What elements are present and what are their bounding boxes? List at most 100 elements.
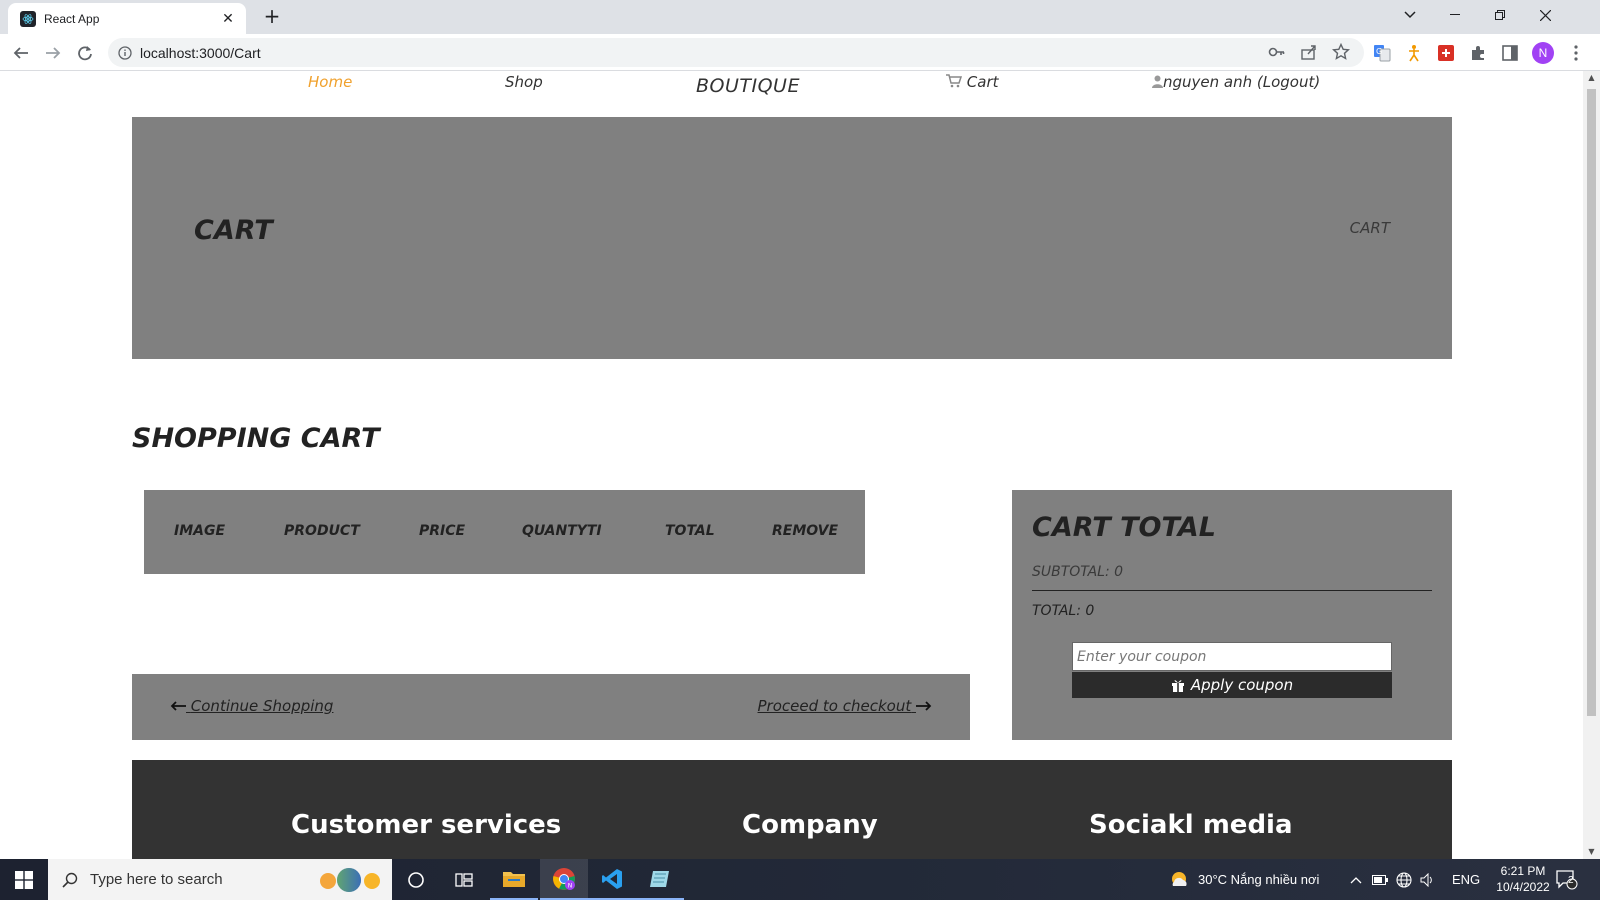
red-extension-icon[interactable] xyxy=(1436,43,1456,63)
share-icon[interactable] xyxy=(1300,43,1318,61)
browser-toolbar: localhost:3000/Cart G N xyxy=(0,34,1600,71)
taskbar-search[interactable]: Type here to search xyxy=(48,859,392,900)
bookmark-star-icon[interactable] xyxy=(1332,43,1350,61)
weather-widget[interactable]: 30°C Nắng nhiều nơi xyxy=(1168,859,1319,900)
site-footer: Customer services Company Sociakl media xyxy=(132,760,1452,859)
divider xyxy=(1032,590,1432,591)
language-indicator[interactable]: ENG xyxy=(1452,859,1480,900)
nav-home-link[interactable]: Home xyxy=(308,73,352,91)
svg-text:G: G xyxy=(1376,47,1382,56)
scroll-up-icon[interactable]: ▲ xyxy=(1587,73,1596,83)
vscode-icon[interactable] xyxy=(588,859,636,900)
password-key-icon[interactable] xyxy=(1268,43,1286,61)
hero-banner: CART CART xyxy=(132,117,1452,359)
footer-heading-social-media: Sociakl media xyxy=(1089,810,1293,840)
continue-shopping-link[interactable]: Continue Shopping xyxy=(170,697,333,715)
page-title: SHOPPING CART xyxy=(132,423,380,454)
cart-table-header: IMAGE PRODUCT PRICE QUANTYTI TOTAL REMOV… xyxy=(144,490,865,574)
nav-user-link[interactable]: nguyen anh (Logout) xyxy=(1152,73,1320,91)
clock-date: 10/4/2022 xyxy=(1496,880,1550,894)
close-window-button[interactable] xyxy=(1523,0,1567,30)
gift-icon xyxy=(1171,680,1184,692)
svg-text:N: N xyxy=(568,882,573,889)
search-highlight-icon xyxy=(320,868,380,892)
col-header-remove: REMOVE xyxy=(772,523,839,539)
restore-button[interactable] xyxy=(1478,0,1522,30)
nav-user-label: nguyen anh (Logout) xyxy=(1163,73,1321,91)
page-scrollbar[interactable]: ▲ ▼ xyxy=(1583,71,1600,859)
figure-extension-icon[interactable] xyxy=(1404,43,1424,63)
task-view-icon[interactable] xyxy=(440,859,488,900)
side-panel-icon[interactable] xyxy=(1500,43,1520,63)
continue-shopping-label: Continue Shopping xyxy=(190,697,334,715)
proceed-checkout-link[interactable]: Proceed to checkout xyxy=(758,697,932,715)
chrome-icon[interactable]: N xyxy=(540,859,588,900)
notification-count: 2 xyxy=(1568,875,1574,886)
file-explorer-icon[interactable] xyxy=(490,859,538,900)
clock-time: 6:21 PM xyxy=(1500,864,1546,878)
total-text: TOTAL: 0 xyxy=(1032,603,1095,619)
search-placeholder: Type here to search xyxy=(90,871,223,888)
browser-tabbar: React App ✕ + xyxy=(0,0,1600,34)
profile-avatar[interactable]: N xyxy=(1532,42,1554,64)
tray-chevron-icon[interactable] xyxy=(1350,859,1362,900)
battery-icon[interactable] xyxy=(1372,859,1388,900)
cortana-icon[interactable] xyxy=(392,859,440,900)
page-viewport: Home Shop BOUTIQUE Cart nguyen anh (Logo… xyxy=(0,71,1583,859)
tab-title: React App xyxy=(44,11,100,26)
scrollbar-thumb[interactable] xyxy=(1587,89,1596,716)
notes-app-icon[interactable] xyxy=(636,859,684,900)
scroll-down-icon[interactable]: ▼ xyxy=(1587,847,1596,857)
tab-search-icon[interactable] xyxy=(1388,0,1432,30)
windows-logo-icon xyxy=(15,870,33,889)
apply-coupon-label: Apply coupon xyxy=(1190,676,1294,694)
top-navigation: Home Shop BOUTIQUE Cart nguyen anh (Logo… xyxy=(0,71,1583,115)
apply-coupon-button[interactable]: Apply coupon xyxy=(1072,672,1392,698)
browser-tab[interactable]: React App ✕ xyxy=(8,3,246,34)
cart-total-panel: CART TOTAL SUBTOTAL: 0 TOTAL: 0 Apply co… xyxy=(1012,490,1452,740)
reload-icon[interactable] xyxy=(72,40,98,66)
search-icon xyxy=(62,872,78,888)
weather-sun-cloud-icon xyxy=(1172,871,1187,886)
col-header-quantity: QUANTYTI xyxy=(522,523,602,539)
new-tab-button[interactable]: + xyxy=(260,4,284,28)
col-header-price: PRICE xyxy=(419,523,466,539)
react-favicon-icon xyxy=(20,10,36,27)
site-info-icon[interactable] xyxy=(118,45,132,60)
start-button[interactable] xyxy=(0,859,48,900)
footer-heading-customer-services: Customer services xyxy=(291,810,562,840)
minimize-button[interactable] xyxy=(1433,0,1477,30)
arrow-left-icon xyxy=(170,701,186,711)
hero-title: CART xyxy=(194,215,273,246)
cart-actions-bar: Continue Shopping Proceed to checkout xyxy=(132,674,970,740)
notification-chat-icon xyxy=(1556,869,1578,889)
windows-taskbar: Type here to search N 30°C Nắng nhiều nơ… xyxy=(0,859,1600,900)
weather-text: 30°C Nắng nhiều nơi xyxy=(1198,872,1320,887)
col-header-total: TOTAL xyxy=(665,523,715,539)
translate-extension-icon[interactable]: G xyxy=(1372,43,1392,63)
subtotal-text: SUBTOTAL: 0 xyxy=(1032,564,1124,580)
nav-shop-link[interactable]: Shop xyxy=(505,73,543,91)
network-globe-icon[interactable] xyxy=(1396,859,1412,900)
proceed-checkout-label: Proceed to checkout xyxy=(757,697,912,715)
volume-icon[interactable] xyxy=(1420,859,1436,900)
address-bar[interactable]: localhost:3000/Cart xyxy=(108,38,1364,67)
cart-total-title: CART TOTAL xyxy=(1032,512,1216,543)
system-clock[interactable]: 6:21 PM 10/4/2022 xyxy=(1488,863,1558,895)
forward-arrow-icon[interactable] xyxy=(40,40,66,66)
menu-dots-icon[interactable] xyxy=(1566,43,1586,63)
col-header-product: PRODUCT xyxy=(284,523,360,539)
coupon-input[interactable] xyxy=(1072,642,1392,671)
breadcrumb: CART xyxy=(1349,219,1390,237)
brand-logo[interactable]: BOUTIQUE xyxy=(696,75,800,97)
col-header-image: IMAGE xyxy=(174,523,226,539)
user-icon xyxy=(1152,75,1163,88)
footer-heading-company: Company xyxy=(742,810,878,840)
back-arrow-icon[interactable] xyxy=(8,40,34,66)
notifications-button[interactable]: 2 xyxy=(1556,859,1578,900)
extensions-puzzle-icon[interactable] xyxy=(1468,43,1488,63)
tab-close-icon[interactable]: ✕ xyxy=(220,11,236,27)
cart-icon xyxy=(946,74,963,88)
nav-cart-label: Cart xyxy=(966,73,999,91)
nav-cart-link[interactable]: Cart xyxy=(946,73,999,91)
